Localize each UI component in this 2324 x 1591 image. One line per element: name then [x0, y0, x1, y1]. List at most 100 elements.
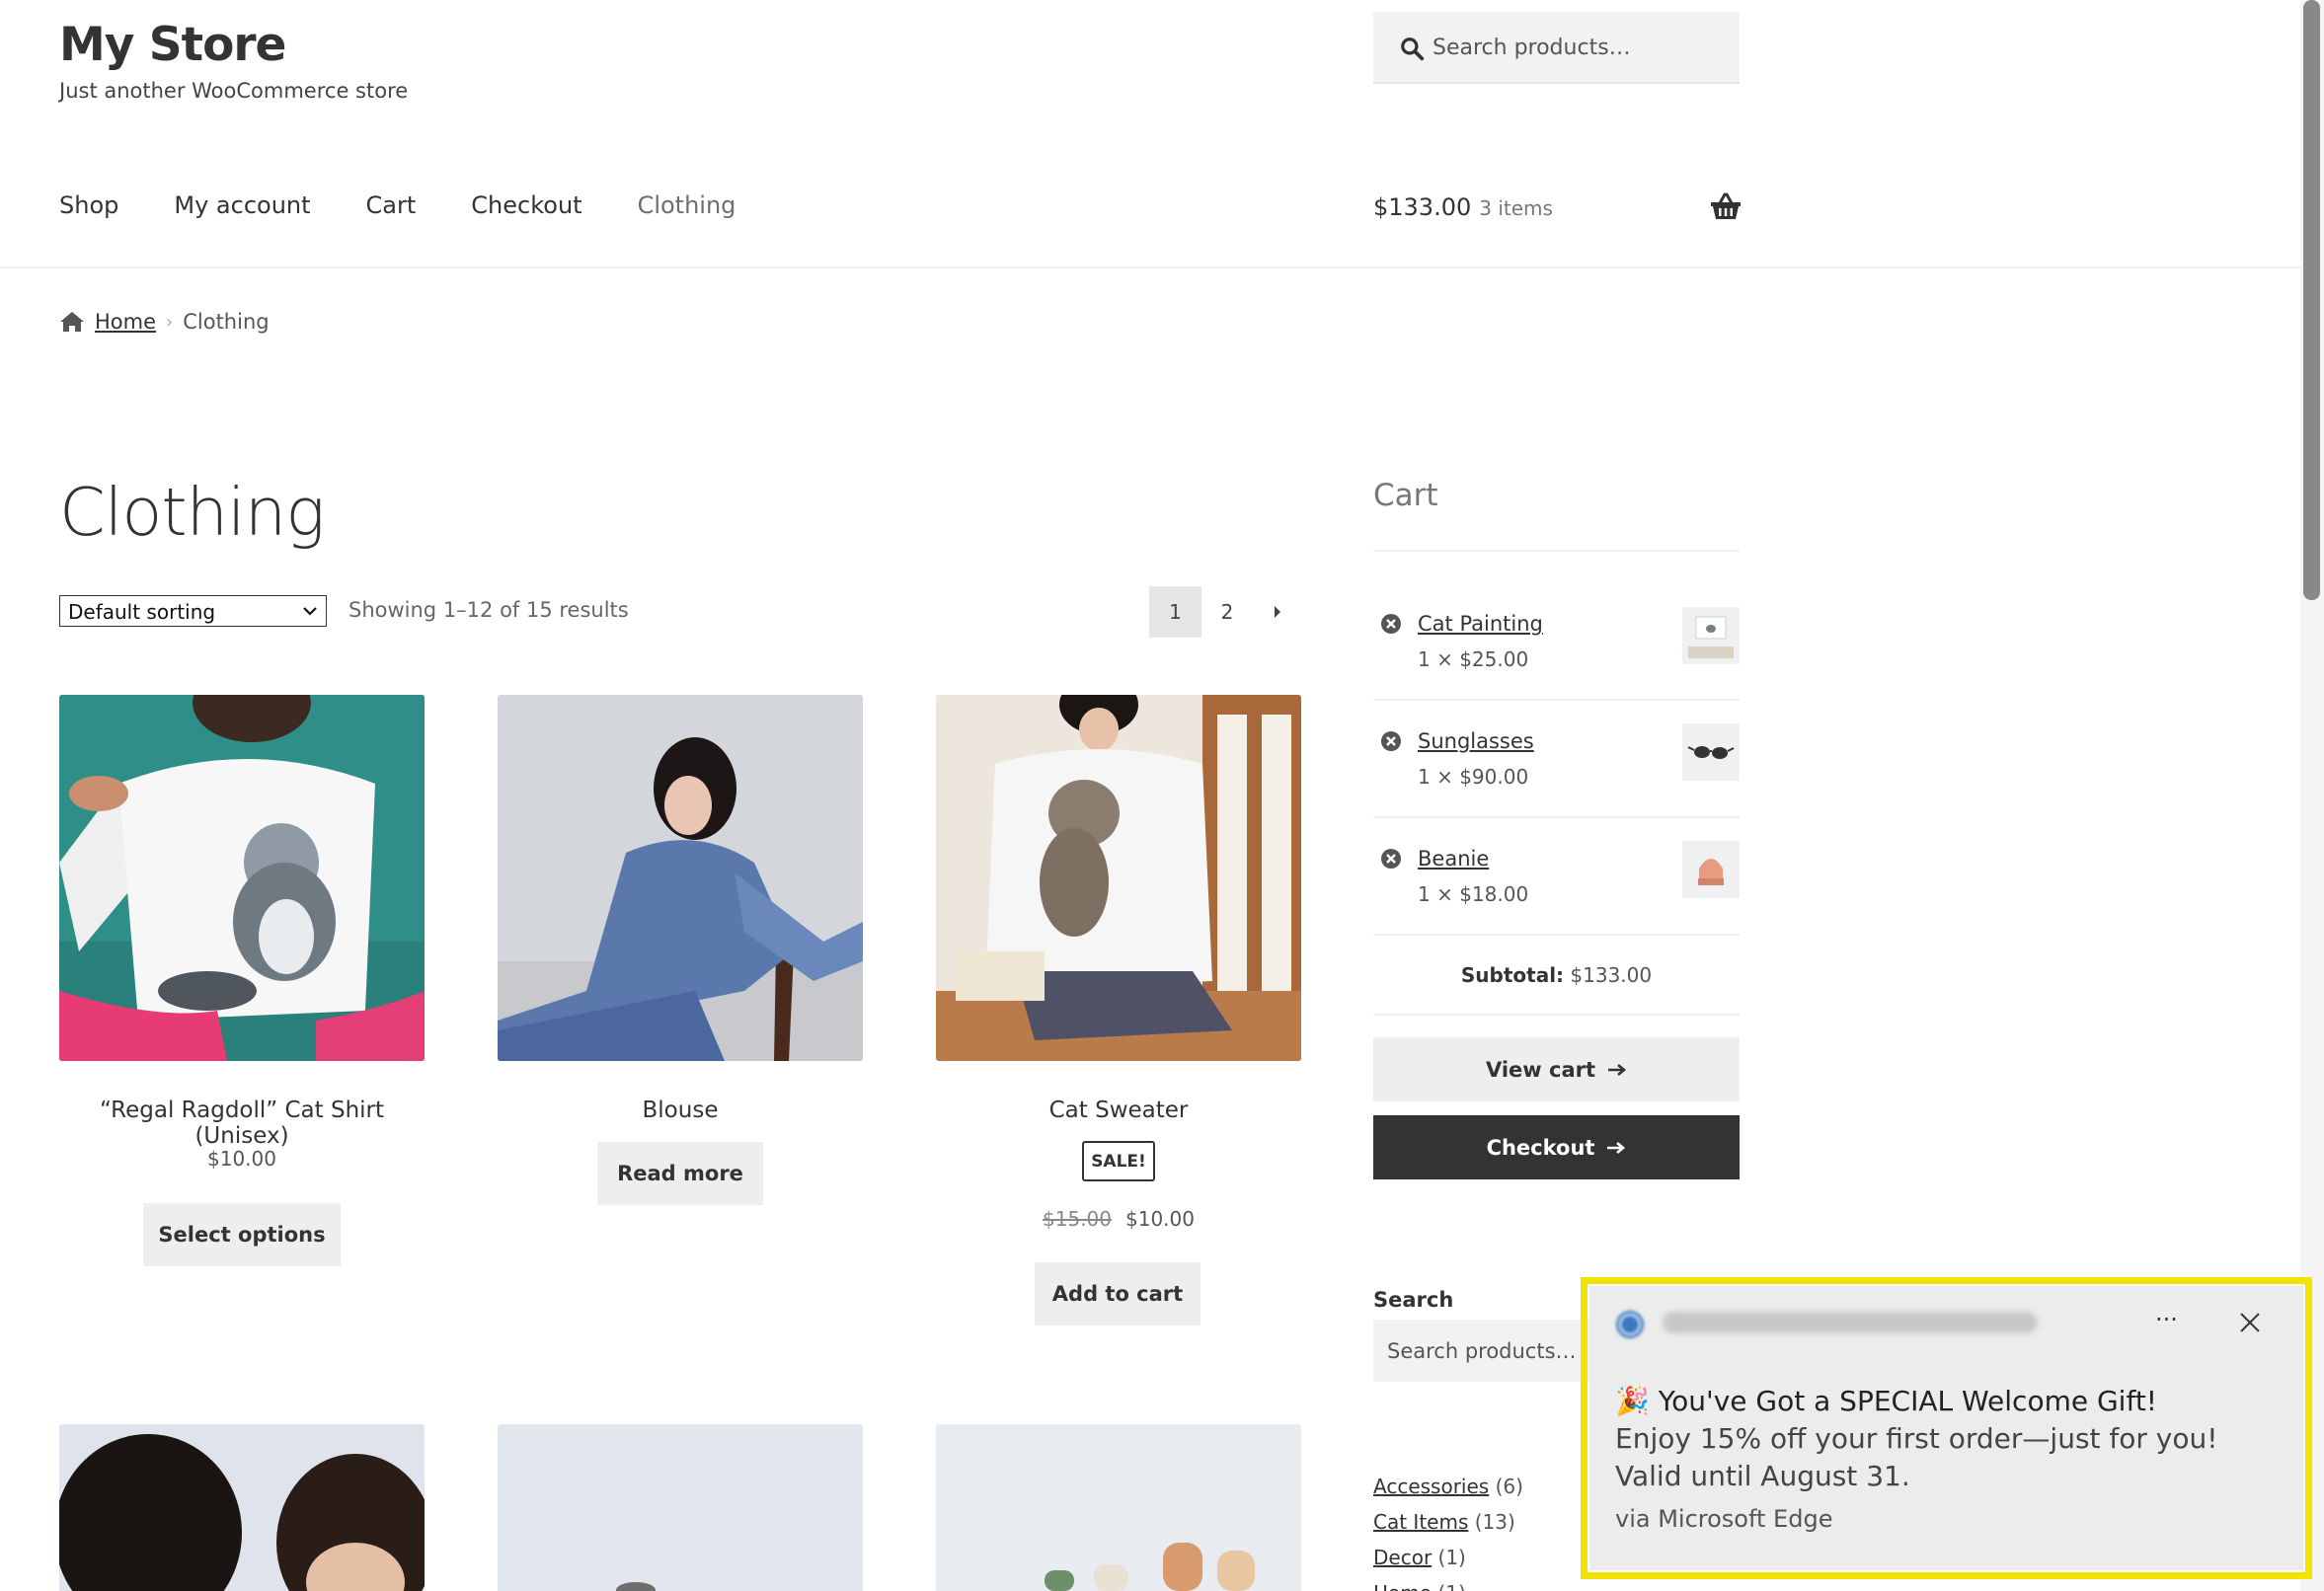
view-cart-label: View cart [1485, 1057, 1596, 1082]
header-cart-total: $133.00 [1373, 193, 1472, 221]
breadcrumb: Home › Clothing [59, 310, 270, 334]
cart-item-cat-painting[interactable]: Cat Painting [1418, 612, 1543, 636]
search-icon [1401, 38, 1425, 61]
category-home[interactable]: Home [1373, 1581, 1432, 1591]
more-options-button[interactable]: ··· [2155, 1306, 2178, 1333]
category-decor[interactable]: Decor [1373, 1546, 1432, 1569]
subtotal-label: Subtotal: [1460, 963, 1565, 987]
product-image-blouse[interactable] [498, 695, 863, 1061]
category-count: (1) [1437, 1546, 1466, 1569]
cart-item-qty: 1 × $18.00 [1418, 882, 1529, 906]
browser-notification[interactable]: ··· 🎉 You've Got a SPECIAL Welcome Gift!… [1589, 1286, 2303, 1570]
remove-item-icon[interactable] [1380, 613, 1402, 635]
site-tagline: Just another WooCommerce store [59, 79, 409, 103]
site-title[interactable]: My Store [59, 18, 286, 72]
product-photo-row2-1 [59, 1424, 425, 1591]
header-cart-count: 3 items [1479, 196, 1553, 220]
category-item: Accessories (6) [1373, 1469, 1523, 1504]
nav-my-account[interactable]: My account [174, 191, 310, 227]
product-title-blouse[interactable]: Blouse [498, 1098, 863, 1123]
header-search-placeholder: Search products… [1433, 36, 1631, 60]
caret-right-icon [1275, 606, 1280, 618]
sorting-value: Default sorting [68, 600, 216, 624]
cart-subtotal: Subtotal: $133.00 [1373, 963, 1740, 987]
page-1-current: 1 [1149, 586, 1201, 638]
cart-item-divider [1373, 699, 1740, 701]
search-widget-label: Search [1373, 1288, 1454, 1312]
nav-clothing[interactable]: Clothing [638, 191, 736, 227]
category-accessories[interactable]: Accessories [1373, 1475, 1489, 1498]
remove-item-icon[interactable] [1380, 848, 1402, 870]
search-widget-placeholder: Search products… [1387, 1339, 1577, 1363]
product-photo-blouse [498, 695, 863, 1061]
cart-widget-divider [1373, 550, 1740, 552]
next-page-link[interactable] [1255, 586, 1300, 638]
cart-item-qty: 1 × $90.00 [1418, 765, 1529, 789]
product-categories: Accessories (6) Cat Items (13) Decor (1)… [1373, 1469, 1523, 1591]
close-icon[interactable] [2239, 1312, 2261, 1333]
cart-item-divider [1373, 934, 1740, 936]
header-divider [0, 266, 2300, 268]
header-search-input[interactable]: Search products… [1373, 12, 1740, 84]
sorting-select[interactable]: Default sorting [59, 595, 327, 627]
category-count: (13) [1474, 1510, 1515, 1534]
arrow-right-icon [1608, 1063, 1627, 1076]
cart-item-sunglasses[interactable]: Sunglasses [1418, 729, 1534, 753]
product-image-row2-1[interactable] [59, 1424, 425, 1591]
product-title-cat-shirt[interactable]: “Regal Ragdoll” Cat Shirt (Unisex) [59, 1098, 425, 1149]
select-options-button[interactable]: Select options [143, 1203, 341, 1266]
nav-shop[interactable]: Shop [59, 191, 118, 227]
sale-badge: SALE! [1082, 1141, 1155, 1181]
read-more-button[interactable]: Read more [597, 1142, 763, 1205]
product-image-row2-3[interactable] [936, 1424, 1301, 1591]
cart-item-thumbnail [1682, 723, 1740, 781]
nav-checkout[interactable]: Checkout [471, 191, 581, 227]
cart-widget-title: Cart [1373, 478, 1438, 513]
basket-icon[interactable] [1710, 191, 1742, 221]
view-cart-button[interactable]: View cart [1373, 1037, 1740, 1101]
product-photo-row2-3 [936, 1424, 1301, 1591]
checkout-button[interactable]: Checkout [1373, 1115, 1740, 1179]
page-2-link[interactable]: 2 [1201, 586, 1253, 638]
checkout-label: Checkout [1486, 1135, 1595, 1160]
remove-item-icon[interactable] [1380, 730, 1402, 752]
product-price-cat-shirt: $10.00 [207, 1147, 276, 1171]
scrollbar-thumb[interactable] [2303, 0, 2320, 600]
page-title: Clothing [59, 474, 325, 551]
cart-item-beanie[interactable]: Beanie [1418, 847, 1489, 871]
chevron-down-icon [303, 607, 317, 616]
product-image-row2-2[interactable] [498, 1424, 863, 1591]
result-count: Showing 1–12 of 15 results [349, 598, 629, 622]
wordpress-icon [1616, 1311, 1644, 1338]
header-cart-link[interactable]: $133.00 3 items [1373, 193, 1553, 221]
category-item: Cat Items (13) [1373, 1504, 1523, 1540]
category-item: Home (1) [1373, 1575, 1523, 1591]
breadcrumb-home[interactable]: Home [95, 310, 156, 334]
product-old-price: $15.00 [1043, 1207, 1112, 1231]
subtotal-divider [1373, 1014, 1740, 1016]
home-icon [60, 312, 84, 332]
product-photo-cat-shirt [59, 695, 425, 1061]
product-image-cat-sweater[interactable] [936, 695, 1301, 1061]
breadcrumb-current: Clothing [183, 310, 270, 334]
product-title-cat-sweater[interactable]: Cat Sweater [936, 1098, 1301, 1123]
subtotal-value: $133.00 [1570, 963, 1653, 987]
arrow-right-icon [1607, 1141, 1626, 1154]
category-cat-items[interactable]: Cat Items [1373, 1510, 1468, 1534]
product-photo-row2-2 [498, 1424, 863, 1591]
cart-item-qty: 1 × $25.00 [1418, 647, 1529, 671]
nav-cart[interactable]: Cart [366, 191, 417, 227]
category-count: (6) [1495, 1475, 1523, 1498]
notification-source: via Microsoft Edge [1615, 1505, 1833, 1533]
cart-item-divider [1373, 816, 1740, 818]
category-count: (1) [1437, 1581, 1465, 1591]
product-price-cat-sweater: $15.00 $10.00 [936, 1207, 1301, 1231]
notification-title: 🎉 You've Got a SPECIAL Welcome Gift! [1615, 1385, 2158, 1417]
product-image-cat-shirt[interactable] [59, 695, 425, 1061]
cart-item-thumbnail [1682, 841, 1740, 898]
cart-item-thumbnail [1682, 607, 1740, 664]
notification-body: Enjoy 15% off your first order—just for … [1615, 1422, 2218, 1492]
breadcrumb-separator: › [166, 311, 174, 333]
add-to-cart-button[interactable]: Add to cart [1035, 1262, 1201, 1326]
product-photo-cat-sweater [936, 695, 1301, 1061]
